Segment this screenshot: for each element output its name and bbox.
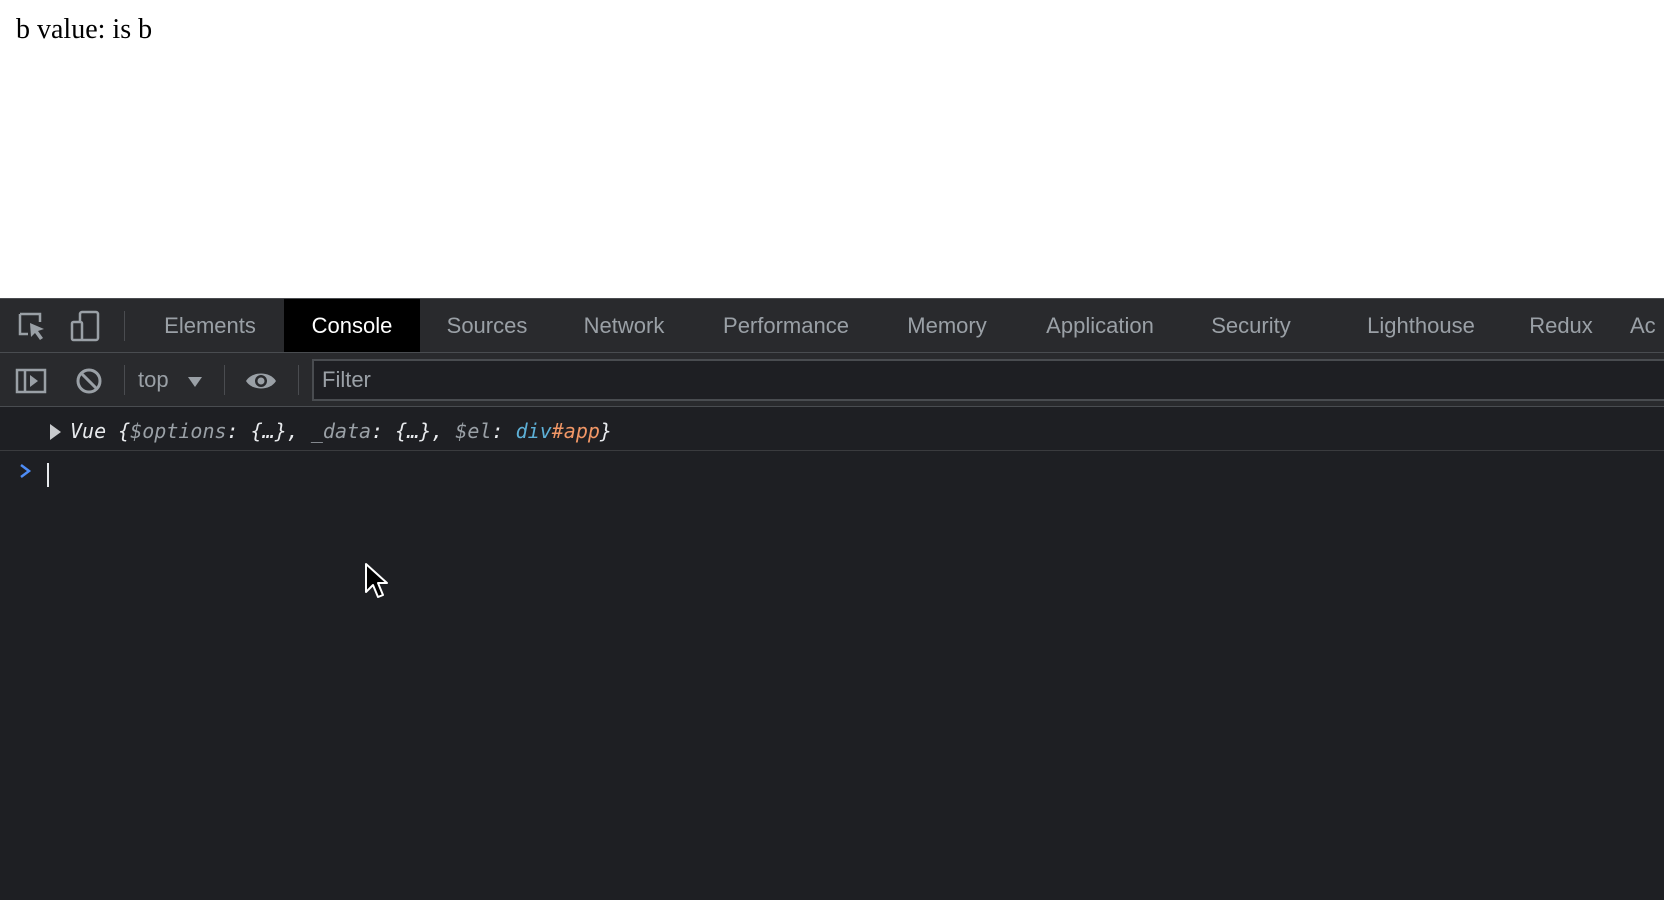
log-value: {…} (250, 419, 287, 443)
log-key: _data (310, 419, 372, 443)
tab-console[interactable]: Console (284, 299, 420, 352)
filter-input[interactable] (312, 359, 1664, 401)
tab-overflow-partial[interactable]: Ac (1630, 299, 1664, 352)
prompt-chevron-icon (20, 464, 32, 478)
console-toolbar-divider (298, 365, 299, 395)
tab-sources[interactable]: Sources (424, 299, 550, 352)
log-class-name: Vue (70, 419, 107, 443)
tab-bar-divider (124, 311, 125, 341)
console-prompt-input[interactable] (52, 457, 1652, 489)
console-log-row[interactable]: Vue {$options: {…}, _data: {…}, $el: div… (0, 411, 1664, 451)
devtools-panel: Elements Console Sources Network Perform… (0, 298, 1664, 900)
console-toolbar-divider (124, 365, 125, 395)
inspect-element-icon[interactable] (14, 308, 50, 344)
log-key: $options (130, 419, 227, 443)
clear-console-icon[interactable] (72, 364, 106, 398)
tab-lighthouse[interactable]: Lighthouse (1350, 299, 1492, 352)
log-brace: { (118, 419, 131, 443)
console-prompt[interactable] (0, 453, 1664, 493)
tab-performance[interactable]: Performance (704, 299, 868, 352)
page-viewport: b value: is b (0, 0, 1664, 298)
log-colon: : (371, 419, 396, 443)
mouse-pointer-icon (365, 563, 388, 598)
log-object-preview: Vue {$options: {…}, _data: {…}, $el: div… (70, 411, 612, 451)
page-text: b value: is b (16, 14, 153, 45)
tab-redux[interactable]: Redux (1516, 299, 1606, 352)
chevron-down-icon (188, 377, 202, 387)
log-colon: : (491, 419, 516, 443)
log-key: $el (455, 419, 492, 443)
console-output: Vue {$options: {…}, _data: {…}, $el: div… (0, 407, 1664, 900)
log-value: {…} (395, 419, 432, 443)
device-toolbar-icon[interactable] (68, 308, 104, 344)
tab-application[interactable]: Application (1032, 299, 1168, 352)
sidebar-toggle-icon[interactable] (14, 364, 48, 398)
console-toolbar: top (0, 353, 1664, 407)
expand-triangle-icon[interactable] (50, 424, 61, 440)
log-brace: } (599, 419, 612, 443)
log-element-tag[interactable]: div (516, 419, 552, 443)
devtools-tab-bar: Elements Console Sources Network Perform… (0, 299, 1664, 353)
text-caret (47, 463, 49, 487)
log-comma: , (431, 419, 456, 443)
context-selector[interactable]: top (138, 362, 214, 398)
context-selector-value: top (138, 367, 169, 392)
tab-elements[interactable]: Elements (140, 299, 280, 352)
tab-memory[interactable]: Memory (892, 299, 1002, 352)
live-expression-eye-icon[interactable] (244, 364, 278, 398)
log-comma: , (286, 419, 311, 443)
tab-security[interactable]: Security (1194, 299, 1308, 352)
console-toolbar-divider (224, 365, 225, 395)
log-colon: : (226, 419, 251, 443)
log-element-id[interactable]: #app (552, 419, 600, 443)
tab-network[interactable]: Network (566, 299, 682, 352)
